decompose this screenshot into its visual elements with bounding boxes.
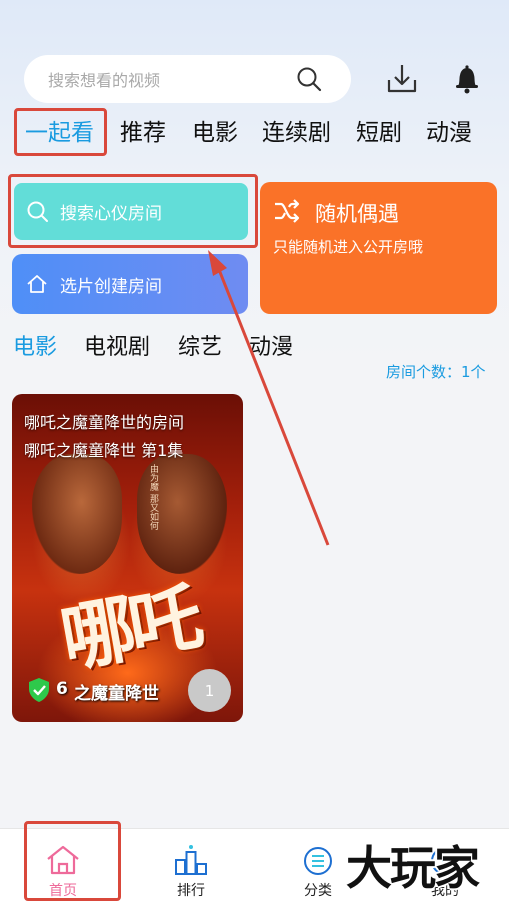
tab-series[interactable]: 连续剧: [262, 113, 331, 147]
poster-title-art: 哪吒: [54, 574, 204, 684]
nav-ranking[interactable]: 排行: [156, 829, 226, 905]
verified-shield-icon: [29, 678, 49, 702]
search-icon[interactable]: [296, 66, 322, 92]
category-tab-anime[interactable]: 动漫: [249, 329, 293, 361]
poster-art: [32, 454, 122, 574]
random-match-title: 随机偶遇: [315, 202, 399, 226]
shuffle-icon: [275, 199, 300, 223]
random-match-subtitle: 只能随机进入公开房哦: [273, 238, 424, 256]
category-tab-variety[interactable]: 综艺: [178, 329, 222, 361]
room-name: 哪吒之魔童降世的房间: [24, 413, 185, 432]
tab-movies[interactable]: 电影: [192, 113, 238, 147]
category-icon: [304, 847, 332, 875]
bell-icon[interactable]: [453, 64, 481, 94]
tab-short-drama[interactable]: 短剧: [356, 113, 402, 147]
room-episode: 哪吒之魔童降世 第1集: [24, 441, 184, 460]
download-icon[interactable]: [385, 62, 419, 96]
verified-count: 6: [56, 679, 68, 699]
tab-anime[interactable]: 动漫: [426, 113, 472, 147]
nav-ranking-label: 排行: [177, 883, 205, 899]
category-tab-tv[interactable]: 电视剧: [84, 329, 150, 361]
random-match-card[interactable]: 随机偶遇 只能随机进入公开房哦: [260, 182, 497, 314]
room-card[interactable]: 由为魔 那又如何 哪吒 之魔童降世 哪吒之魔童降世的房间 哪吒之魔童降世 第1集…: [12, 394, 243, 722]
nav-category[interactable]: 分类: [283, 829, 353, 905]
tab-recommend[interactable]: 推荐: [120, 113, 166, 147]
home-icon: [27, 275, 47, 293]
viewer-count-badge: 1: [188, 669, 231, 712]
poster-credit: 由为魔 那又如何: [148, 464, 158, 530]
create-room-button[interactable]: 选片创建房间: [12, 254, 248, 314]
category-tab-movies[interactable]: 电影: [13, 329, 57, 361]
home-icon: [47, 845, 79, 875]
search-room-button[interactable]: 搜索心仪房间: [14, 183, 248, 240]
watermark: 大玩家: [346, 841, 480, 895]
room-count: 房间个数：1个: [386, 363, 486, 381]
search-icon: [27, 201, 48, 222]
search-placeholder: 搜索想看的视频: [48, 71, 161, 90]
search-room-label: 搜索心仪房间: [60, 204, 162, 224]
nav-home-label: 首页: [49, 883, 77, 899]
create-room-label: 选片创建房间: [60, 276, 162, 297]
nav-home[interactable]: 首页: [28, 829, 98, 905]
nav-category-label: 分类: [304, 883, 332, 899]
poster-subtitle: 之魔童降世: [74, 684, 159, 704]
ranking-icon: [175, 845, 207, 875]
tab-watch-together[interactable]: 一起看: [25, 113, 94, 147]
